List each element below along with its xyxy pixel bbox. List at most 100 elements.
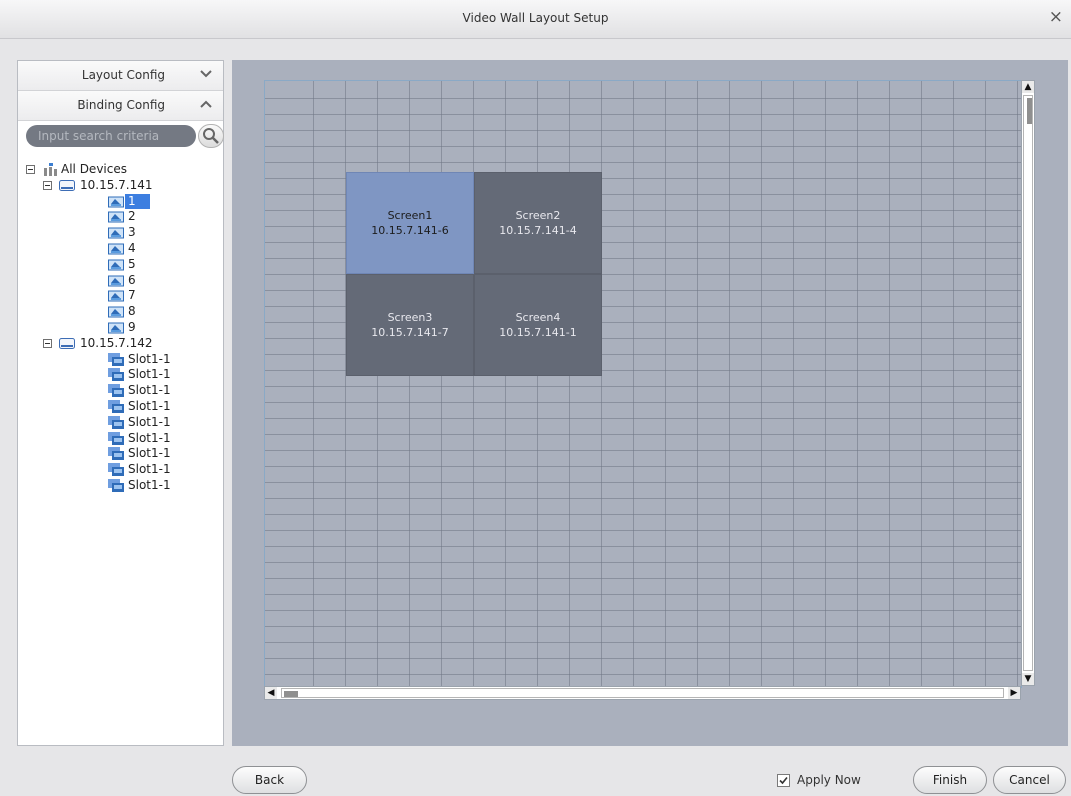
tree-channel-item[interactable]: 5 <box>26 257 221 273</box>
tree-channel-label: 1 <box>125 193 150 210</box>
scroll-down-icon[interactable]: ▼ <box>1022 673 1034 685</box>
tree-channel-label: 5 <box>128 256 136 271</box>
screen-binding: 10.15.7.141-1 <box>499 326 577 339</box>
screen-binding: 10.15.7.141-6 <box>371 224 449 237</box>
camera-icon <box>108 275 124 287</box>
screen-name: Screen1 <box>387 209 433 222</box>
tree-channel-item[interactable]: Slot1-1 <box>26 462 221 478</box>
layout-config-label: Layout Config <box>81 68 165 82</box>
tree-channel-label: 6 <box>128 272 136 287</box>
encoder-slot-icon <box>108 478 124 492</box>
encoder-slot-icon <box>108 415 124 429</box>
binding-config-section[interactable]: Binding Config <box>18 91 223 121</box>
tree-channel-item[interactable]: 6 <box>26 273 221 289</box>
tree-channel-label: Slot1-1 <box>128 477 171 492</box>
finish-button[interactable]: Finish <box>913 766 987 794</box>
horizontal-scrollbar[interactable]: ◀ ▶ <box>264 686 1021 700</box>
screen-tile[interactable]: Screen4 10.15.7.141-1 <box>474 274 602 376</box>
tree-channel-item[interactable]: Slot1-1 <box>26 383 221 399</box>
tree-channel-item[interactable]: Slot1-1 <box>26 367 221 383</box>
window-title: Video Wall Layout Setup <box>462 11 609 25</box>
title-bar: Video Wall Layout Setup × <box>0 0 1071 39</box>
collapse-toggle-icon[interactable] <box>43 338 52 348</box>
camera-icon <box>108 290 124 302</box>
scroll-right-icon[interactable]: ▶ <box>1008 687 1020 699</box>
encoder-slot-icon <box>108 463 124 477</box>
tree-channel-item[interactable]: 8 <box>26 304 221 320</box>
encoder-slot-icon <box>108 431 124 445</box>
tree-channel-label: Slot1-1 <box>128 367 171 382</box>
all-devices-icon <box>44 163 57 176</box>
horizontal-scroll-thumb[interactable] <box>281 688 1004 698</box>
scroll-left-icon[interactable]: ◀ <box>265 687 277 699</box>
screen-tile[interactable]: Screen2 10.15.7.141-4 <box>474 172 602 274</box>
scroll-grip <box>284 691 298 697</box>
tree-channel-item[interactable]: 9 <box>26 320 221 336</box>
tree-channel-item[interactable]: Slot1-1 <box>26 415 221 431</box>
scroll-grip <box>1027 98 1032 124</box>
layout-grid[interactable]: Screen1 10.15.7.141-6 Screen2 10.15.7.14… <box>264 80 1022 688</box>
screen-name: Screen3 <box>387 311 433 324</box>
tree-device-label: 10.15.7.142 <box>80 335 153 350</box>
tree-channel-label: Slot1-1 <box>128 430 171 445</box>
tree-channel-item[interactable]: Slot1-1 <box>26 399 221 415</box>
screen-binding: 10.15.7.141-4 <box>499 224 577 237</box>
search-input[interactable]: Input search criteria <box>26 125 196 147</box>
tree-channel-item[interactable]: 4 <box>26 241 221 257</box>
scroll-up-icon[interactable]: ▲ <box>1022 81 1034 93</box>
cancel-button[interactable]: Cancel <box>993 766 1066 794</box>
encoder-slot-icon <box>108 384 124 398</box>
vertical-scrollbar[interactable]: ▲ ▼ <box>1021 80 1035 686</box>
collapse-toggle-icon[interactable] <box>26 165 35 174</box>
left-panel: Layout Config Binding Config Input searc… <box>17 60 224 746</box>
chevron-up-icon <box>200 100 212 108</box>
tree-channel-label: 8 <box>128 304 136 319</box>
checkmark-icon <box>779 776 788 785</box>
tree-channel-label: Slot1-1 <box>128 351 171 366</box>
screen-tile[interactable]: Screen3 10.15.7.141-7 <box>346 274 474 376</box>
tree-channel-item[interactable]: 3 <box>26 225 221 241</box>
tree-channel-item[interactable]: Slot1-1 <box>26 446 221 462</box>
screen-name: Screen2 <box>515 209 561 222</box>
tree-channel-item[interactable]: 2 <box>26 209 221 225</box>
search-button[interactable] <box>198 124 224 148</box>
encoder-slot-icon <box>108 368 124 382</box>
screen-tile[interactable]: Screen1 10.15.7.141-6 <box>346 172 474 274</box>
chevron-down-icon <box>200 70 212 78</box>
layout-config-section[interactable]: Layout Config <box>18 61 223 91</box>
camera-icon <box>108 306 124 318</box>
camera-icon <box>108 227 124 239</box>
encoder-slot-icon <box>108 399 124 413</box>
vertical-scroll-thumb[interactable] <box>1023 95 1033 671</box>
tree-device-node[interactable]: 10.15.7.142 <box>26 336 221 352</box>
encoder-slot-icon <box>108 447 124 461</box>
camera-icon <box>108 243 124 255</box>
tree-channel-label: 9 <box>128 319 136 334</box>
tree-channel-item[interactable]: Slot1-1 <box>26 478 221 494</box>
tree-channel-label: 3 <box>128 225 136 240</box>
tree-channel-item[interactable]: Slot1-1 <box>26 352 221 368</box>
device-icon <box>59 179 75 191</box>
tree-channel-item[interactable]: 1 <box>26 193 221 210</box>
device-icon <box>59 337 75 349</box>
tree-channel-item[interactable]: Slot1-1 <box>26 431 221 447</box>
tree-channel-label: Slot1-1 <box>128 383 171 398</box>
tree-channel-label: Slot1-1 <box>128 398 171 413</box>
camera-icon <box>108 211 124 223</box>
close-icon[interactable]: × <box>1049 7 1063 27</box>
camera-icon <box>108 196 124 208</box>
tree-root[interactable]: All Devices <box>26 162 221 178</box>
footer-bar: Back Apply Now Finish Cancel <box>0 751 1071 796</box>
tree-channel-label: Slot1-1 <box>128 462 171 477</box>
search-bar: Input search criteria <box>26 124 224 149</box>
apply-now-checkbox[interactable] <box>777 774 790 787</box>
tree-device-node[interactable]: 10.15.7.141 <box>26 178 221 194</box>
tree-device-label: 10.15.7.141 <box>80 177 153 192</box>
tree-channel-item[interactable]: 7 <box>26 288 221 304</box>
tree-channel-label: 4 <box>128 240 136 255</box>
tree-root-label: All Devices <box>61 162 127 176</box>
collapse-toggle-icon[interactable] <box>43 180 52 190</box>
encoder-slot-icon <box>108 352 124 366</box>
search-icon <box>203 128 219 144</box>
back-button[interactable]: Back <box>232 766 307 794</box>
